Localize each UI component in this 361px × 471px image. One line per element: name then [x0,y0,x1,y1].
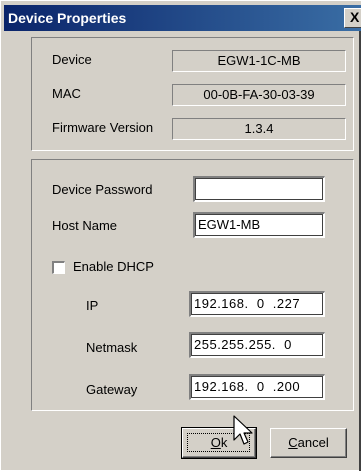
mac-label: MAC [52,86,81,101]
netmask-input[interactable]: 255.255.255. 0 [189,332,325,358]
ip-label: IP [86,298,99,313]
gateway-input[interactable]: 192.168. 0 .200 [189,374,325,400]
firmware-version-value: 1.3.4 [172,118,346,140]
enable-dhcp-label[interactable]: Enable DHCP [73,259,154,274]
mac-value: 00-0B-FA-30-03-39 [172,84,346,106]
enable-dhcp-checkbox[interactable] [52,261,65,274]
close-icon: X [350,9,360,25]
title-bar[interactable]: Device Properties X [4,5,361,31]
host-name-input[interactable]: EGW1-MB [193,212,325,238]
device-settings-group: Device Password Host Name EGW1-MB Enable… [31,159,354,411]
device-value: EGW1-1C-MB [172,50,346,72]
close-button[interactable]: X [344,8,361,28]
cancel-label-rest: ancel [297,435,329,450]
cancel-button[interactable]: Cancel [270,428,347,458]
device-password-input[interactable] [193,176,325,202]
gateway-label: Gateway [86,382,138,397]
ip-address-input[interactable]: 192.168. 0 .227 [189,291,325,317]
host-name-label: Host Name [52,218,118,233]
device-label: Device [52,52,92,67]
window-title: Device Properties [8,10,127,26]
device-info-group: Device EGW1-1C-MB MAC 00-0B-FA-30-03-39 … [31,37,354,151]
device-properties-dialog: Device Properties X Device EGW1-1C-MB MA… [0,0,361,471]
device-password-label: Device Password [52,182,153,197]
mouse-pointer-icon [233,415,253,445]
cancel-mnemonic: C [288,435,298,450]
firmware-version-label: Firmware Version [52,120,154,135]
netmask-label: Netmask [86,340,138,355]
